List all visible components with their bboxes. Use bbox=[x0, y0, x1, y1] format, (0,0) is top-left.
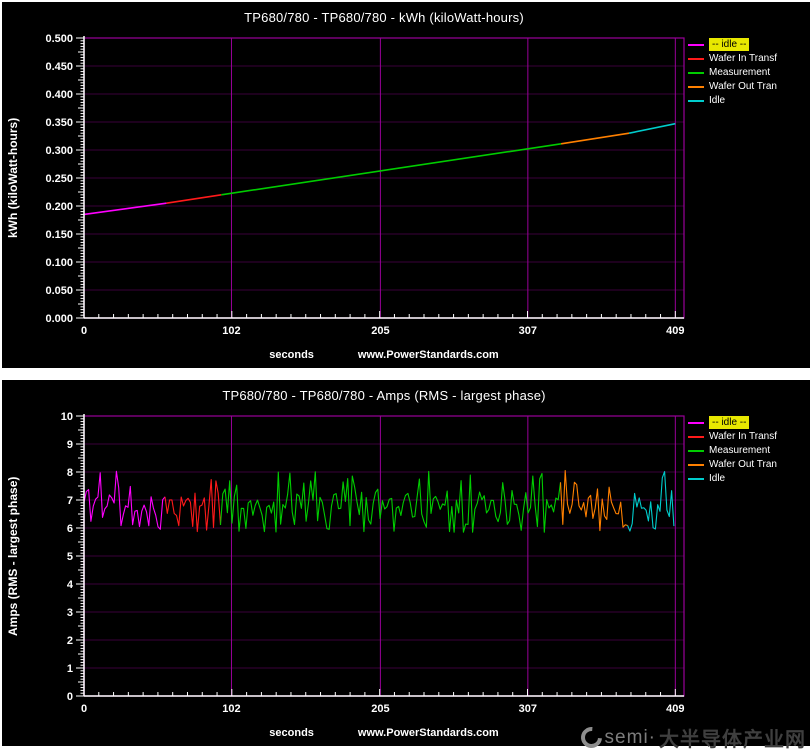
legend-item: Idle bbox=[688, 94, 806, 107]
x-tick-label: 102 bbox=[222, 703, 240, 715]
y-tick-label: 0.200 bbox=[45, 201, 73, 213]
series-idle-end bbox=[629, 124, 675, 134]
series-idle-start bbox=[84, 203, 166, 214]
legend-item: Wafer Out Tran bbox=[688, 458, 806, 471]
legend-item: -- idle -- bbox=[688, 416, 806, 429]
x-tick-label: 307 bbox=[519, 703, 537, 715]
x-tick-label: 205 bbox=[371, 703, 389, 715]
legend-amps: -- idle --Wafer In TransfMeasurementWafe… bbox=[688, 416, 806, 486]
x-axis-label: seconds bbox=[269, 727, 314, 739]
legend-kwh: -- idle --Wafer In TransfMeasurementWafe… bbox=[688, 38, 806, 108]
legend-item: Measurement bbox=[688, 444, 806, 457]
x-tick-label: 307 bbox=[519, 325, 537, 337]
y-tick-label: 0.300 bbox=[45, 145, 73, 157]
x-tick-label: 409 bbox=[666, 703, 684, 715]
legend-label: Idle bbox=[709, 472, 725, 485]
y-tick-label: 0.150 bbox=[45, 229, 73, 241]
y-tick-label: 4 bbox=[67, 579, 74, 591]
legend-swatch bbox=[688, 478, 704, 480]
series-measurement bbox=[221, 471, 561, 532]
legend-swatch bbox=[688, 422, 704, 424]
legend-label: Wafer In Transf bbox=[709, 430, 777, 443]
watermark: semi· 大半导体产业网 bbox=[581, 723, 806, 752]
series-wafer-out-transfer bbox=[561, 133, 629, 144]
y-tick-label: 6 bbox=[67, 523, 73, 535]
legend-item: Wafer In Transf bbox=[688, 430, 806, 443]
x-tick-label: 409 bbox=[666, 325, 684, 337]
watermark-logo-icon bbox=[576, 723, 606, 752]
kwh-chart-panel: TP680/780 - TP680/780 - kWh (kiloWatt-ho… bbox=[2, 2, 810, 368]
y-tick-label: 0.500 bbox=[45, 33, 73, 45]
x-axis-caption-kwh: seconds www.PowerStandards.com bbox=[84, 349, 684, 361]
y-tick-label: 0.050 bbox=[45, 285, 73, 297]
legend-label: -- idle -- bbox=[709, 38, 749, 51]
y-tick-label: 7 bbox=[67, 495, 73, 507]
y-tick-label: 2 bbox=[67, 635, 73, 647]
legend-label: Idle bbox=[709, 94, 725, 107]
legend-label: Measurement bbox=[709, 444, 770, 457]
y-tick-label: 0.350 bbox=[45, 117, 73, 129]
x-axis-label: seconds bbox=[269, 349, 314, 361]
y-tick-label: 0.100 bbox=[45, 257, 73, 269]
watermark-brand: semi· bbox=[605, 727, 656, 749]
y-tick-label: 9 bbox=[67, 439, 73, 451]
legend-swatch bbox=[688, 72, 704, 74]
watermark-text: 大半导体产业网 bbox=[659, 723, 806, 752]
source-text: www.PowerStandards.com bbox=[358, 727, 499, 739]
y-tick-label: 0 bbox=[67, 691, 73, 703]
series-measurement bbox=[221, 144, 561, 195]
legend-swatch bbox=[688, 58, 704, 60]
y-tick-label: 5 bbox=[67, 551, 73, 563]
series-idle-end bbox=[628, 472, 674, 531]
legend-label: -- idle -- bbox=[709, 416, 749, 429]
legend-label: Wafer Out Tran bbox=[709, 458, 777, 471]
y-tick-label: 1 bbox=[67, 663, 73, 675]
source-text: www.PowerStandards.com bbox=[358, 349, 499, 361]
x-tick-label: 0 bbox=[81, 703, 87, 715]
legend-label: Wafer Out Tran bbox=[709, 80, 777, 93]
series-wafer-out-transfer bbox=[561, 471, 628, 531]
legend-swatch bbox=[688, 86, 704, 88]
legend-item: Wafer Out Tran bbox=[688, 80, 806, 93]
legend-item: Wafer In Transf bbox=[688, 52, 806, 65]
y-tick-label: 0.450 bbox=[45, 61, 73, 73]
legend-swatch bbox=[688, 44, 704, 46]
x-tick-label: 102 bbox=[222, 325, 240, 337]
legend-swatch bbox=[688, 436, 704, 438]
y-tick-label: 0.250 bbox=[45, 173, 73, 185]
series-wafer-in-transfer bbox=[165, 480, 221, 532]
legend-swatch bbox=[688, 100, 704, 102]
legend-item: -- idle -- bbox=[688, 38, 806, 51]
legend-item: Idle bbox=[688, 472, 806, 485]
x-tick-label: 205 bbox=[371, 325, 389, 337]
y-tick-label: 0.400 bbox=[45, 89, 73, 101]
legend-label: Measurement bbox=[709, 66, 770, 79]
legend-swatch bbox=[688, 464, 704, 466]
legend-swatch bbox=[688, 450, 704, 452]
y-tick-label: 10 bbox=[61, 411, 73, 423]
legend-item: Measurement bbox=[688, 66, 806, 79]
amps-chart-panel: TP680/780 - TP680/780 - Amps (RMS - larg… bbox=[2, 380, 810, 746]
series-wafer-in-transfer bbox=[166, 195, 221, 203]
x-tick-label: 0 bbox=[81, 325, 87, 337]
y-tick-label: 8 bbox=[67, 467, 73, 479]
legend-label: Wafer In Transf bbox=[709, 52, 777, 65]
y-tick-label: 3 bbox=[67, 607, 73, 619]
y-tick-label: 0.000 bbox=[45, 313, 73, 325]
